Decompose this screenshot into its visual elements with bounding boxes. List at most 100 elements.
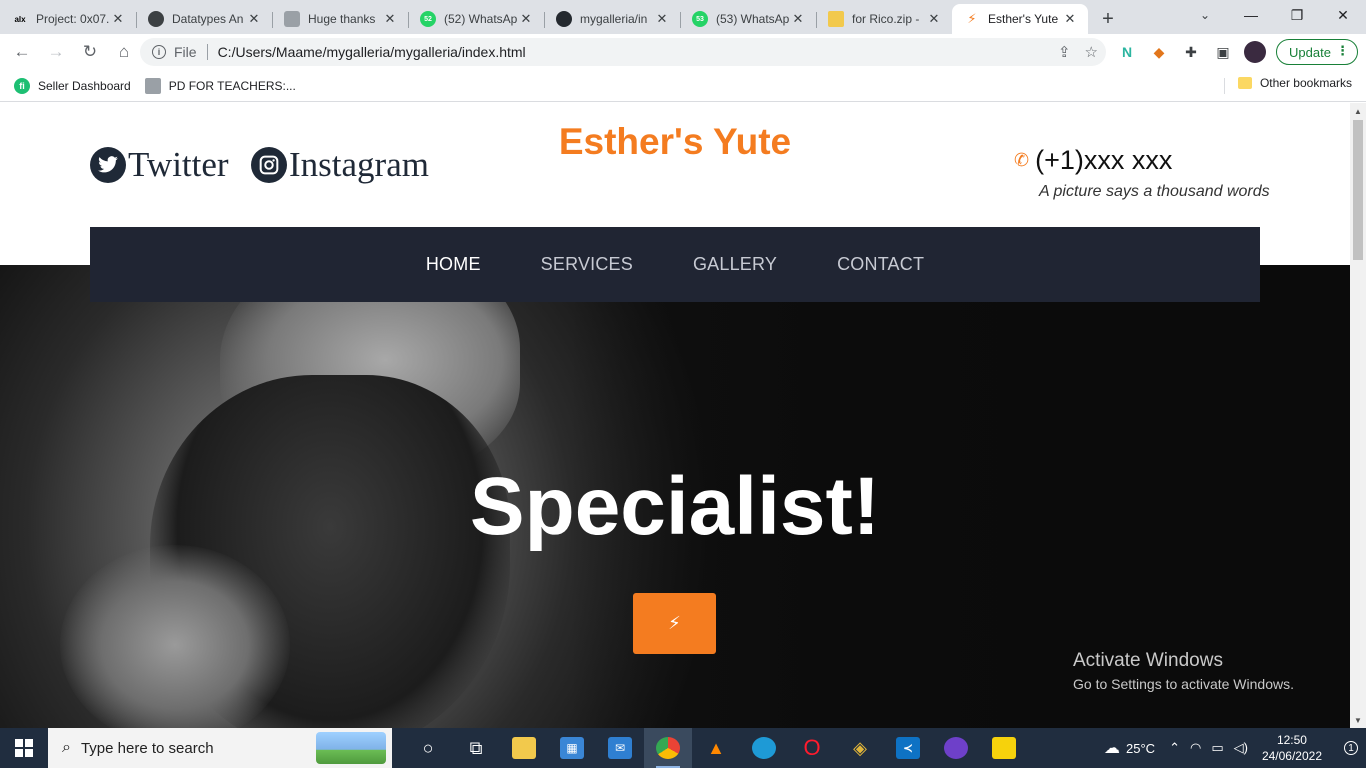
puzzle-icon[interactable]: ✚	[1180, 41, 1202, 63]
update-label: Update	[1289, 44, 1331, 60]
bookmark-label: PD FOR TEACHERS:...	[168, 78, 296, 93]
github-desktop-icon[interactable]	[932, 728, 980, 768]
close-icon[interactable]: ✕	[654, 11, 670, 27]
volume-icon[interactable]: ◁)	[1234, 740, 1248, 756]
sidepanel-icon[interactable]: ▣	[1212, 41, 1234, 63]
sticky-notes-icon[interactable]	[980, 728, 1028, 768]
avatar[interactable]	[1244, 41, 1266, 63]
bookmark-item[interactable]: fi Seller Dashboard	[14, 77, 131, 94]
nav-gallery[interactable]: GALLERY	[693, 254, 777, 275]
browser-tab[interactable]: mygalleria/in ✕	[544, 4, 680, 34]
site-icon	[148, 11, 164, 27]
tab-search-icon[interactable]: ⌄	[1182, 0, 1228, 30]
close-window-icon[interactable]: ✕	[1320, 0, 1366, 30]
scrollbar-thumb[interactable]	[1353, 120, 1363, 260]
notification-icon[interactable]: 1	[1336, 728, 1366, 768]
browser-tab[interactable]: Datatypes An ✕	[136, 4, 272, 34]
close-icon[interactable]: ✕	[382, 11, 398, 27]
search-highlight-image	[316, 732, 386, 764]
task-view-icon[interactable]: ⧉	[452, 728, 500, 768]
tab-title: (53) WhatsAp	[716, 12, 790, 26]
github-icon	[556, 11, 572, 27]
hero-title: Specialist!	[469, 461, 881, 552]
browser-toolbar: ← → ↻ ⌂ i File C:/Users/Maame/mygalleria…	[0, 34, 1366, 70]
bookmarks-bar: fi Seller Dashboard PD FOR TEACHERS:... …	[0, 70, 1366, 102]
start-button[interactable]	[0, 728, 48, 768]
menu-dots-icon[interactable]: ⋮	[1336, 43, 1349, 59]
restore-icon[interactable]: ❐	[1274, 0, 1320, 30]
page-viewport: Twitter Instagram Esther's Yute ✆ (+1)xx…	[0, 103, 1350, 728]
browser-tab[interactable]: 53 (53) WhatsAp ✕	[680, 4, 816, 34]
home-icon[interactable]: ⌂	[108, 36, 140, 68]
nav-services[interactable]: SERVICES	[541, 254, 633, 275]
browser-tab[interactable]: for Rico.zip - ✕	[816, 4, 952, 34]
browser-tab-active[interactable]: ⚡ Esther's Yute ✕	[952, 4, 1088, 34]
other-bookmarks[interactable]: Other bookmarks	[1237, 76, 1352, 90]
metamask-icon[interactable]: ◆	[1148, 41, 1170, 63]
watermark-title: Activate Windows	[1073, 650, 1223, 671]
new-tab-button[interactable]: +	[1088, 4, 1128, 34]
battery-icon[interactable]: ▭	[1211, 740, 1223, 756]
bookmark-star-icon[interactable]: ☆	[1085, 43, 1098, 61]
scroll-down-icon[interactable]: ▼	[1350, 712, 1366, 728]
scroll-up-icon[interactable]: ▲	[1350, 103, 1366, 119]
windows-logo-icon	[15, 739, 33, 757]
share-icon[interactable]: ⇪	[1058, 43, 1071, 61]
bookmark-item[interactable]: PD FOR TEACHERS:...	[144, 77, 296, 94]
tagline: A picture says a thousand words	[1039, 183, 1270, 200]
address-bar[interactable]: i File C:/Users/Maame/mygalleria/mygalle…	[140, 38, 1106, 66]
browser-tab[interactable]: 52 (52) WhatsAp ✕	[408, 4, 544, 34]
chevron-up-icon[interactable]: ⌃	[1169, 740, 1180, 756]
close-icon[interactable]: ✕	[110, 11, 126, 27]
zip-icon	[828, 11, 844, 27]
doc-icon	[144, 77, 161, 94]
weather-widget[interactable]: ☁ 25°C	[1104, 738, 1155, 758]
file-explorer-icon[interactable]	[500, 728, 548, 768]
close-icon[interactable]: ✕	[518, 11, 534, 27]
browser-tab[interactable]: Huge thanks ✕	[272, 4, 408, 34]
chrome-icon[interactable]	[644, 728, 692, 768]
other-bookmarks-label: Other bookmarks	[1259, 76, 1352, 90]
cortana-icon[interactable]: ○	[404, 728, 452, 768]
clock[interactable]: 12:50 24/06/2022	[1262, 732, 1322, 764]
whatsapp-icon: 52	[420, 11, 436, 27]
edge-icon[interactable]	[740, 728, 788, 768]
browser-tab[interactable]: alx Project: 0x07. ✕	[0, 4, 136, 34]
page-scrollbar[interactable]: ▲ ▼	[1350, 103, 1366, 728]
url-text[interactable]: C:/Users/Maame/mygalleria/mygalleria/ind…	[218, 44, 526, 60]
taskbar-search[interactable]: ⌕ Type here to search	[48, 728, 392, 768]
watermark-subtitle: Go to Settings to activate Windows.	[1073, 676, 1294, 692]
vscode-icon[interactable]: ≺	[884, 728, 932, 768]
tab-title: (52) WhatsAp	[444, 12, 518, 26]
nav-contact[interactable]: CONTACT	[837, 254, 924, 275]
search-icon: ⌕	[62, 739, 71, 756]
close-icon[interactable]: ✕	[1062, 11, 1078, 27]
phone-contact: ✆ (+1)xxx xxx	[1014, 145, 1172, 176]
vlc-icon[interactable]: ▲	[692, 728, 740, 768]
close-icon[interactable]: ✕	[790, 11, 806, 27]
update-button[interactable]: Update ⋮	[1276, 39, 1358, 65]
minimize-icon[interactable]: —	[1228, 0, 1274, 30]
reload-icon[interactable]: ↻	[74, 36, 106, 68]
hero-cta-button[interactable]: ⚡	[633, 593, 716, 654]
app-icon[interactable]: ◈	[836, 728, 884, 768]
window-controls: — ❐ ✕	[1228, 0, 1366, 30]
forward-icon[interactable]: →	[40, 36, 72, 68]
wifi-icon[interactable]: ◠	[1190, 740, 1201, 756]
store-icon[interactable]: ▦	[548, 728, 596, 768]
browser-tab-strip: alx Project: 0x07. ✕ Datatypes An ✕ Huge…	[0, 0, 1366, 34]
opera-icon[interactable]: O	[788, 728, 836, 768]
search-placeholder: Type here to search	[80, 739, 214, 757]
back-icon[interactable]: ←	[6, 36, 38, 68]
nav-home[interactable]: HOME	[426, 254, 481, 275]
fiverr-icon: fi	[14, 77, 30, 94]
mail-icon[interactable]: ✉	[596, 728, 644, 768]
scheme-label: File	[174, 44, 197, 60]
info-icon[interactable]: i	[152, 45, 166, 59]
extension-n-icon[interactable]: N	[1116, 41, 1138, 63]
close-icon[interactable]: ✕	[246, 11, 262, 27]
system-tray: ☁ 25°C ⌃ ◠ ▭ ◁) 12:50 24/06/2022 1	[1104, 728, 1366, 768]
phone-number: (+1)xxx xxx	[1035, 145, 1173, 175]
tab-title: for Rico.zip -	[852, 12, 920, 26]
close-icon[interactable]: ✕	[926, 11, 942, 27]
